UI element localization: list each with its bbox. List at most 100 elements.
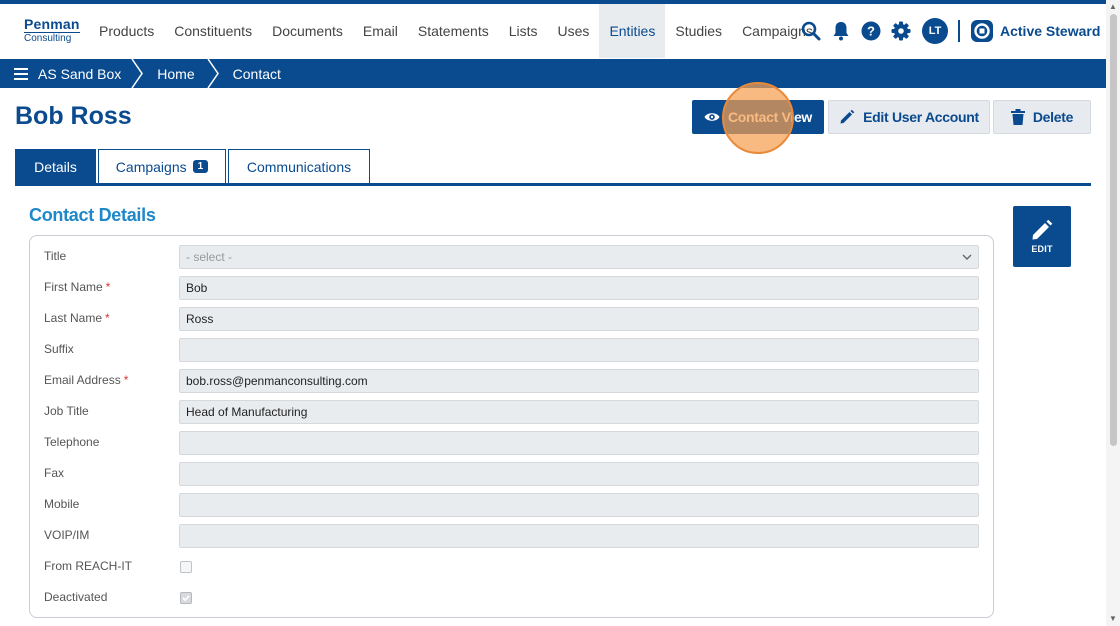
edit-user-account-label: Edit User Account bbox=[863, 109, 979, 125]
checkmark-icon bbox=[182, 595, 190, 602]
tab-campaigns-label: Campaigns bbox=[115, 158, 187, 175]
bell-icon[interactable] bbox=[826, 16, 856, 46]
delete-label: Delete bbox=[1032, 109, 1074, 125]
nav-lists[interactable]: Lists bbox=[499, 4, 548, 58]
active-steward-brand[interactable]: Active Steward bbox=[970, 19, 1100, 43]
gear-icon[interactable] bbox=[886, 16, 916, 46]
form-row-telephone: Telephone bbox=[30, 431, 993, 455]
brand-name: Active Steward bbox=[1000, 23, 1101, 39]
form-row-first-name: First Name * Bob bbox=[30, 276, 993, 300]
contact-details-form: Title - select - First Name * Bob Last Na… bbox=[29, 235, 994, 618]
breadcrumb-home[interactable]: Home bbox=[145, 59, 206, 88]
mobile-label: Mobile bbox=[44, 497, 80, 511]
form-row-deactivated: Deactivated bbox=[30, 586, 993, 610]
title-select[interactable]: - select - bbox=[179, 245, 979, 269]
nav-entities[interactable]: Entities bbox=[599, 4, 666, 58]
fax-field[interactable] bbox=[179, 462, 979, 486]
voip-label: VOIP/IM bbox=[44, 528, 90, 542]
title-label: Title bbox=[44, 249, 67, 263]
nav-links: Products Constituents Documents Email St… bbox=[89, 4, 823, 58]
tab-communications-label: Communications bbox=[246, 158, 352, 175]
form-row-voip: VOIP/IM bbox=[30, 524, 993, 548]
nav-constituents[interactable]: Constituents bbox=[164, 4, 262, 58]
email-field[interactable]: bob.ross@penmanconsulting.com bbox=[179, 369, 979, 393]
job-title-field[interactable]: Head of Manufacturing bbox=[179, 400, 979, 424]
page-title: Bob Ross bbox=[15, 102, 132, 130]
suffix-label: Suffix bbox=[44, 342, 74, 356]
search-icon[interactable] bbox=[796, 16, 826, 46]
deactivated-label: Deactivated bbox=[44, 590, 108, 604]
contact-view-label: Contact View bbox=[727, 109, 813, 125]
telephone-field[interactable] bbox=[179, 431, 979, 455]
form-row-mobile: Mobile bbox=[30, 493, 993, 517]
nav-email[interactable]: Email bbox=[353, 4, 408, 58]
tab-bar: Details Campaigns 1 Communications bbox=[15, 149, 370, 183]
telephone-label: Telephone bbox=[44, 435, 100, 449]
form-row-from-reach-it: From REACH-IT bbox=[30, 555, 993, 579]
page-scrollbar[interactable]: ▲ ▼ bbox=[1106, 0, 1120, 626]
campaigns-count-badge: 1 bbox=[192, 160, 209, 173]
first-name-field[interactable]: Bob bbox=[179, 276, 979, 300]
fax-label: Fax bbox=[44, 466, 65, 480]
from-reach-it-checkbox[interactable] bbox=[180, 561, 192, 573]
scroll-up-arrow-icon[interactable]: ▲ bbox=[1109, 2, 1117, 11]
form-row-fax: Fax bbox=[30, 462, 993, 486]
hamburger-menu-icon[interactable] bbox=[14, 67, 28, 80]
pencil-icon bbox=[840, 109, 855, 124]
scrollbar-thumb[interactable] bbox=[1110, 14, 1117, 446]
suffix-field[interactable] bbox=[179, 338, 979, 362]
tab-underline bbox=[15, 183, 1091, 186]
trash-icon bbox=[1010, 109, 1025, 125]
form-row-email: Email Address * bob.ross@penmanconsulting… bbox=[30, 369, 993, 393]
scroll-down-arrow-icon[interactable]: ▼ bbox=[1109, 614, 1117, 623]
edit-button[interactable]: EDIT bbox=[1013, 206, 1071, 267]
help-icon[interactable]: ? bbox=[856, 16, 886, 46]
company-logo[interactable]: Penman Consulting bbox=[24, 17, 80, 47]
last-name-label: Last Name * bbox=[44, 311, 110, 325]
logo-line2: Consulting bbox=[24, 32, 80, 44]
edit-button-label: EDIT bbox=[1031, 244, 1053, 254]
top-navigation: Penman Consulting Products Constituents … bbox=[0, 4, 1106, 58]
nav-statements[interactable]: Statements bbox=[408, 4, 499, 58]
email-label: Email Address * bbox=[44, 373, 129, 387]
contact-view-button[interactable]: Contact View bbox=[692, 100, 824, 134]
active-steward-logo-icon bbox=[971, 20, 993, 42]
form-row-job-title: Job Title Head of Manufacturing bbox=[30, 400, 993, 424]
chevron-down-icon bbox=[962, 254, 972, 260]
logo-line1: Penman bbox=[24, 16, 80, 32]
nav-documents[interactable]: Documents bbox=[262, 4, 353, 58]
breadcrumb-separator-icon bbox=[207, 59, 219, 88]
delete-button[interactable]: Delete bbox=[993, 100, 1091, 134]
breadcrumb-separator-icon bbox=[131, 59, 144, 88]
job-title-label: Job Title bbox=[44, 404, 89, 418]
tab-details-label: Details bbox=[34, 158, 77, 175]
edit-user-account-button[interactable]: Edit User Account bbox=[828, 100, 990, 134]
svg-text:?: ? bbox=[867, 24, 875, 39]
nav-uses[interactable]: Uses bbox=[548, 4, 600, 58]
tab-campaigns[interactable]: Campaigns 1 bbox=[98, 149, 226, 183]
first-name-label: First Name * bbox=[44, 280, 111, 294]
breadcrumb-contact: Contact bbox=[232, 65, 281, 82]
nav-divider bbox=[958, 20, 960, 42]
form-row-suffix: Suffix bbox=[30, 338, 993, 362]
nav-products[interactable]: Products bbox=[89, 4, 164, 58]
voip-field[interactable] bbox=[179, 524, 979, 548]
form-row-last-name: Last Name * Ross bbox=[30, 307, 993, 331]
tab-communications[interactable]: Communications bbox=[228, 149, 370, 183]
mobile-field[interactable] bbox=[179, 493, 979, 517]
from-reach-it-label: From REACH-IT bbox=[44, 559, 132, 573]
pencil-icon bbox=[1032, 219, 1053, 240]
deactivated-checkbox[interactable] bbox=[180, 592, 192, 604]
form-row-title: Title - select - bbox=[30, 245, 993, 269]
breadcrumb-sandbox[interactable]: AS Sand Box bbox=[0, 59, 131, 88]
last-name-field[interactable]: Ross bbox=[179, 307, 979, 331]
eye-icon bbox=[704, 113, 720, 121]
title-select-value: - select - bbox=[186, 250, 233, 264]
breadcrumb-sandbox-label: AS Sand Box bbox=[38, 65, 122, 82]
section-title: Contact Details bbox=[29, 205, 156, 225]
user-avatar[interactable]: LT bbox=[922, 18, 948, 44]
nav-studies[interactable]: Studies bbox=[665, 4, 732, 58]
breadcrumb: AS Sand Box Home Contact bbox=[0, 59, 1106, 88]
tab-details[interactable]: Details bbox=[15, 149, 96, 183]
nav-icons: ? LT Active Steward bbox=[796, 4, 1100, 58]
